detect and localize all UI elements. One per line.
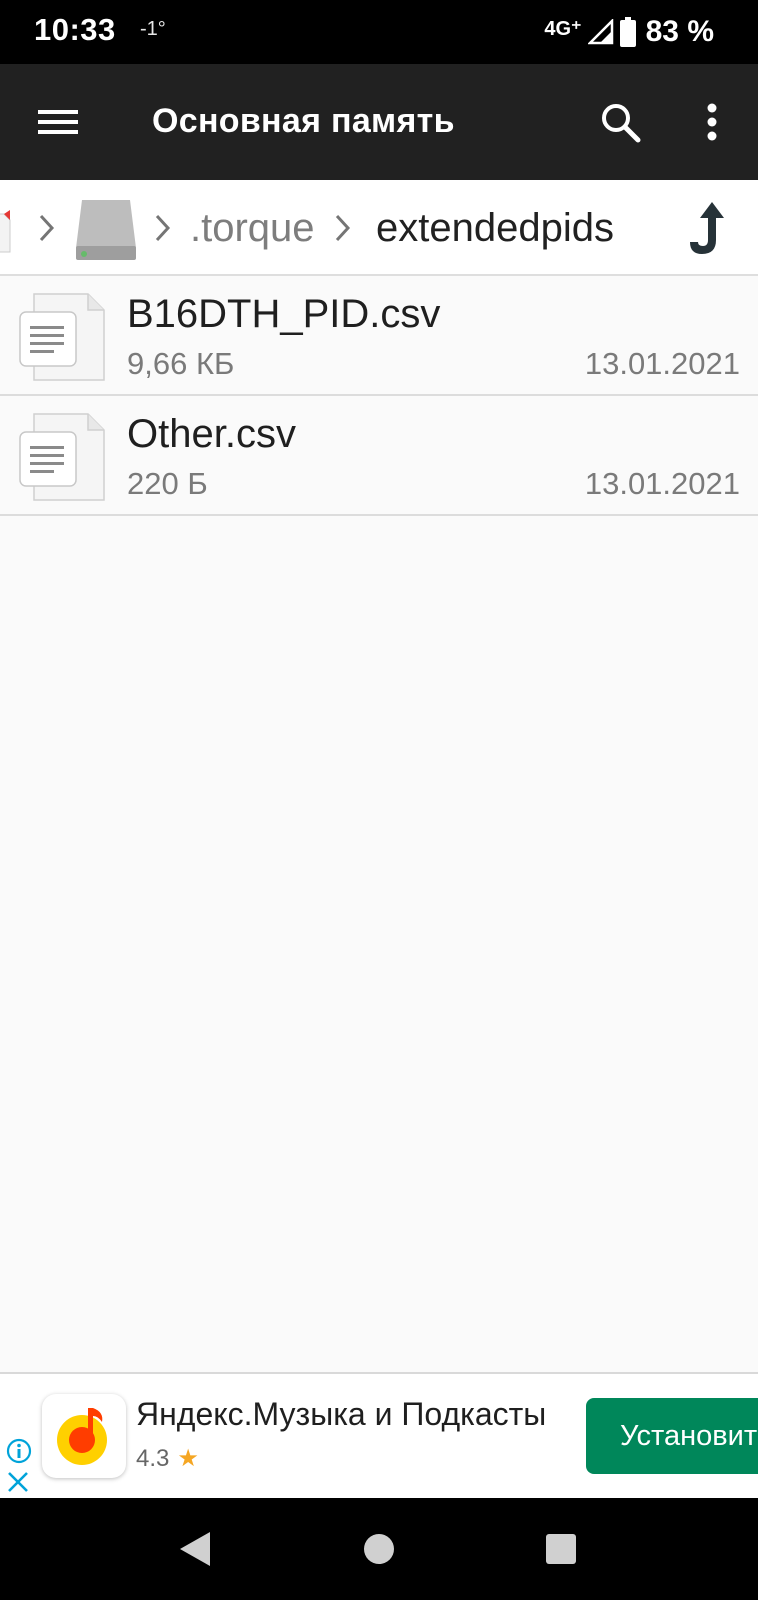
- app-bar: Основная память: [0, 64, 758, 180]
- install-button[interactable]: Установить: [586, 1398, 758, 1474]
- file-size: 220 Б: [127, 466, 208, 501]
- page-title: Основная память: [152, 102, 455, 140]
- search-icon[interactable]: [598, 98, 644, 146]
- battery-percent: 83 %: [645, 15, 714, 48]
- ad-close-icon[interactable]: [6, 1470, 30, 1494]
- file-list: B16DTH_PID.csv 9,66 КБ 13.01.2021 Other.…: [0, 276, 758, 516]
- ad-title: Яндекс.Музыка и Подкасты: [136, 1396, 547, 1432]
- yandex-music-app-icon[interactable]: [42, 1394, 126, 1478]
- status-time: 10:33: [34, 12, 116, 47]
- status-indicators: 4G⁺ 83 %: [544, 10, 714, 54]
- file-name: Other.csv: [127, 412, 296, 456]
- status-bar: 10:33 -1° 4G⁺ 83 %: [0, 0, 758, 64]
- breadcrumb: .torque extendedpids: [0, 180, 758, 276]
- internal-storage-icon[interactable]: [72, 196, 140, 264]
- star-icon: ★: [177, 1445, 199, 1472]
- chevron-right-icon: [155, 214, 171, 242]
- status-temperature: -1°: [140, 18, 166, 40]
- ad-banner[interactable]: Яндекс.Музыка и Подкасты 4.3 ★ Установит…: [0, 1372, 758, 1498]
- file-row[interactable]: B16DTH_PID.csv 9,66 КБ 13.01.2021: [0, 276, 758, 396]
- breadcrumb-item-torque[interactable]: .torque: [190, 206, 315, 251]
- back-icon[interactable]: [178, 1530, 214, 1568]
- signal-icon: [587, 19, 613, 45]
- recents-icon[interactable]: [544, 1532, 578, 1566]
- more-vert-icon[interactable]: [690, 98, 734, 146]
- up-arrow-icon[interactable]: [686, 198, 730, 258]
- file-date: 13.01.2021: [584, 346, 740, 381]
- chevron-right-icon: [335, 214, 351, 242]
- yandex-music-logo-icon: [57, 1408, 107, 1465]
- sd-card-icon[interactable]: [0, 208, 12, 254]
- ad-info-icon[interactable]: [6, 1438, 32, 1464]
- file-row[interactable]: Other.csv 220 Б 13.01.2021: [0, 396, 758, 516]
- ad-rating: 4.3 ★: [136, 1444, 199, 1473]
- home-icon[interactable]: [362, 1532, 396, 1566]
- file-name: B16DTH_PID.csv: [127, 292, 441, 336]
- text-file-icon: [19, 413, 105, 501]
- text-file-icon: [19, 293, 105, 381]
- file-size: 9,66 КБ: [127, 346, 235, 381]
- battery-icon: [619, 17, 636, 47]
- system-nav-bar: [0, 1498, 758, 1600]
- menu-icon[interactable]: [32, 102, 84, 142]
- network-type: 4G⁺: [544, 17, 582, 40]
- breadcrumb-item-current[interactable]: extendedpids: [376, 206, 614, 251]
- chevron-right-icon: [39, 214, 55, 242]
- file-date: 13.01.2021: [584, 466, 740, 501]
- ad-rating-value: 4.3: [136, 1444, 170, 1472]
